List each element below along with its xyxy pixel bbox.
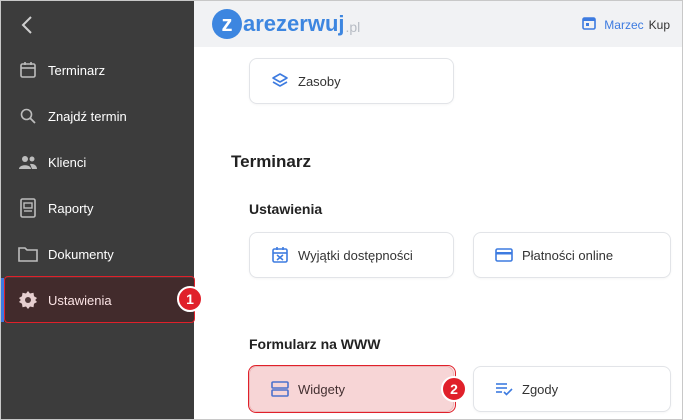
credit-card-icon — [494, 245, 514, 265]
card-zgody[interactable]: Zgody — [473, 366, 671, 412]
sidebar-item-label: Znajdź termin — [48, 108, 127, 124]
card-label: Zasoby — [298, 73, 341, 89]
back-chevron-icon[interactable] — [15, 13, 39, 37]
logo-text: arezerwuj — [243, 11, 345, 36]
folder-icon — [18, 244, 38, 264]
sidebar-item-znajdz-termin[interactable]: Znajdź termin — [1, 94, 194, 138]
logo[interactable]: z arezerwuj .pl — [212, 8, 360, 40]
card-label: Zgody — [522, 381, 559, 397]
checklist-icon — [494, 379, 514, 399]
sidebar-item-klienci[interactable]: Klienci — [1, 140, 194, 184]
people-icon — [18, 152, 38, 172]
logo-mark: z — [212, 9, 242, 39]
logo-suffix: .pl — [345, 18, 361, 35]
form-heading: Formularz na WWW — [249, 336, 381, 352]
card-platnosci-online[interactable]: Płatności online — [473, 232, 671, 278]
layers-icon — [270, 71, 290, 91]
card-label: Wyjątki dostępności — [298, 247, 413, 263]
sidebar-item-label: Terminarz — [48, 62, 106, 78]
card-zasoby[interactable]: Zasoby — [249, 58, 454, 104]
card-wyjatki-dostepnosci[interactable]: Wyjątki dostępności — [249, 232, 454, 278]
step-highlight-widgety — [248, 365, 456, 413]
report-icon — [18, 198, 38, 218]
card-label: Płatności online — [522, 247, 614, 263]
sidebar-item-dokumenty[interactable]: Dokumenty — [1, 232, 194, 276]
sidebar-item-label: Raporty — [48, 200, 94, 216]
header-right: Marzec Kup — [582, 16, 670, 33]
current-month[interactable]: Marzec — [604, 18, 643, 32]
sidebar: Terminarz Znajdź termin Klienci Raporty — [1, 1, 194, 419]
app-window: Terminarz Znajdź termin Klienci Raporty — [0, 0, 683, 420]
user-name[interactable]: Kup — [649, 18, 670, 32]
section-title: Terminarz — [231, 152, 311, 171]
sidebar-item-label: Klienci — [48, 154, 87, 170]
settings-heading: Ustawienia — [249, 201, 323, 217]
calendar-x-icon — [270, 245, 290, 265]
search-icon — [18, 106, 38, 126]
sidebar-item-terminarz[interactable]: Terminarz — [1, 48, 194, 92]
calendar-icon — [18, 60, 38, 80]
top-bar: z arezerwuj .pl Marzec Kup — [194, 1, 682, 47]
step-badge-1: 1 — [177, 286, 203, 312]
calendar-icon[interactable] — [582, 16, 597, 33]
sidebar-item-raporty[interactable]: Raporty — [1, 186, 194, 230]
sidebar-item-label: Dokumenty — [48, 246, 114, 262]
step-highlight-ustawienia — [4, 276, 195, 323]
step-badge-2: 2 — [441, 376, 467, 402]
